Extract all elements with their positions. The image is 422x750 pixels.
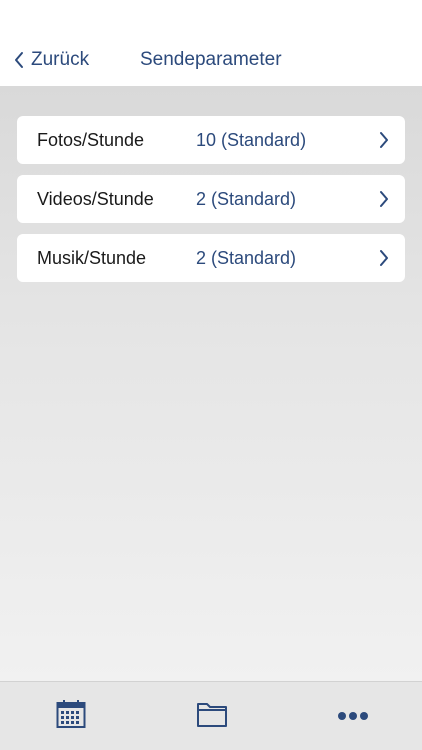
- setting-value: 2 (Standard): [196, 188, 297, 209]
- setting-row-music[interactable]: Musik/Stunde 2 (Standard): [17, 234, 405, 282]
- chevron-right-icon: [379, 190, 389, 213]
- tab-more[interactable]: [313, 682, 393, 750]
- setting-value: 2 (Standard): [196, 247, 297, 268]
- chevron-left-icon: [14, 51, 24, 69]
- tab-bar: [0, 681, 422, 750]
- setting-label: Fotos/Stunde: [37, 129, 145, 150]
- setting-row-videos[interactable]: Videos/Stunde 2 (Standard): [17, 175, 405, 223]
- tab-folder[interactable]: [172, 682, 252, 750]
- settings-list: Fotos/Stunde 10 (Standard) Videos/Stunde…: [0, 86, 422, 681]
- page-title: Sendeparameter: [140, 49, 282, 70]
- setting-label: Videos/Stunde: [37, 188, 154, 209]
- more-icon: [337, 708, 369, 726]
- back-button[interactable]: Zurück: [14, 46, 89, 74]
- back-label: Zurück: [31, 49, 90, 70]
- setting-row-photos[interactable]: Fotos/Stunde 10 (Standard): [17, 116, 405, 164]
- setting-value: 10 (Standard): [196, 129, 307, 150]
- chevron-right-icon: [379, 131, 389, 154]
- setting-label: Musik/Stunde: [37, 247, 147, 268]
- calendar-icon: [56, 699, 86, 734]
- folder-icon: [196, 700, 228, 733]
- tab-calendar[interactable]: [31, 682, 111, 750]
- navigation-bar: Zurück Sendeparameter: [0, 0, 422, 86]
- chevron-right-icon: [379, 249, 389, 272]
